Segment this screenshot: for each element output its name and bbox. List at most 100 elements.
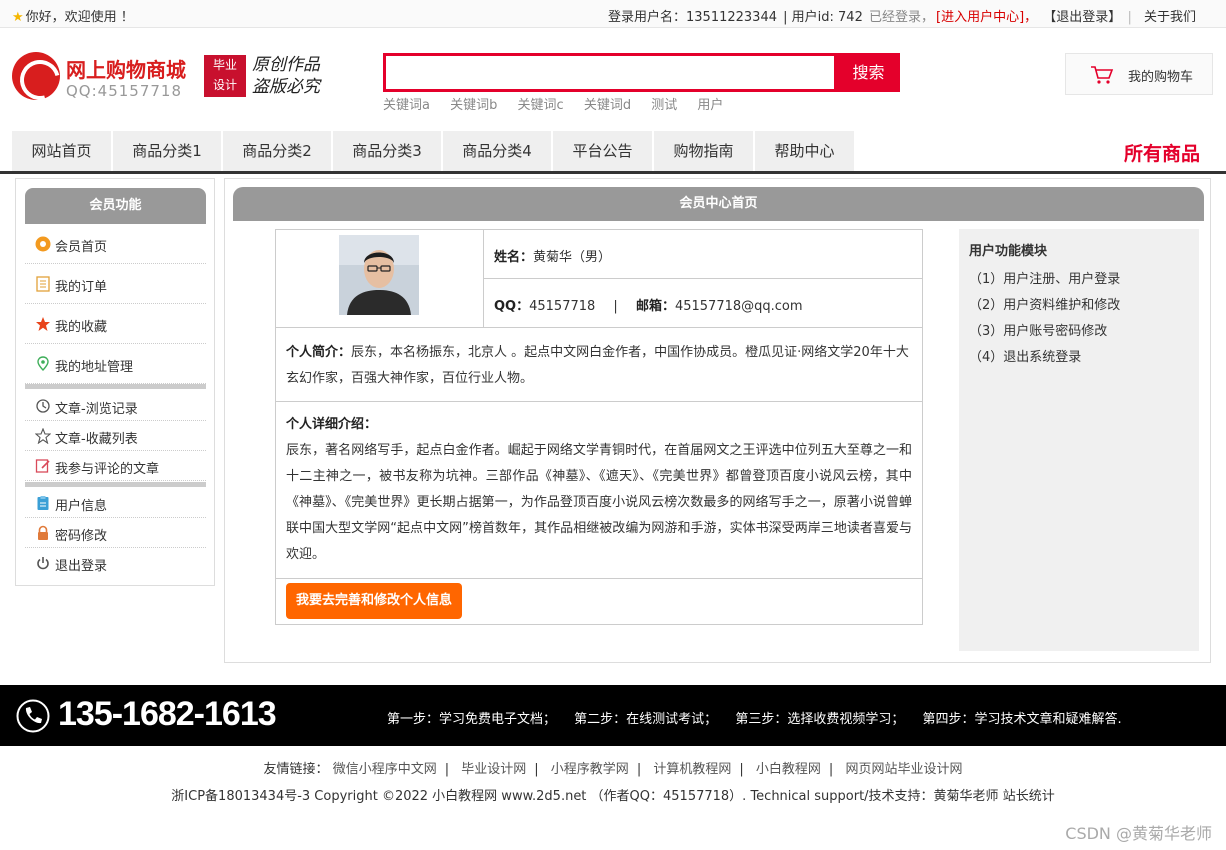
sidebar-item-label: 文章-浏览记录 — [55, 402, 138, 417]
friend-link[interactable]: 毕业设计网 — [461, 762, 526, 777]
email-label: 邮箱： — [635, 299, 675, 314]
bio-label: 个人简介： — [286, 345, 352, 360]
function-module-box: 用户功能模块 （1）用户注册、用户登录 （2）用户资料维护和修改 （3）用户账号… — [959, 229, 1199, 651]
divider: | — [739, 762, 744, 777]
divider: | — [444, 762, 450, 777]
panel-title: 会员中心首页 — [233, 187, 1204, 221]
search-input[interactable] — [383, 53, 837, 92]
slogan: 原创作品 盗版必究 — [252, 54, 320, 98]
phone-number: 135-1682-1613 — [58, 695, 277, 733]
keyword-link[interactable]: 关键词d — [584, 98, 631, 113]
sidebar-item-label: 我的地址管理 — [55, 360, 134, 375]
photo-cell — [276, 230, 484, 328]
sidebar-item-article-favorites[interactable]: 文章-收藏列表 — [25, 421, 206, 451]
sidebar-item-browse-history[interactable]: 文章-浏览记录 — [25, 391, 206, 421]
location-pin-icon — [37, 356, 49, 371]
nav-item-category-4[interactable]: 商品分类4 — [443, 131, 552, 171]
detail-text: 辰东，著名网络写手，起点白金作者。崛起于网络文学青铜时代，在首届网文之王评选中位… — [286, 443, 912, 562]
friend-link[interactable]: 小程序教学网 — [551, 762, 629, 777]
nav-item-category-3[interactable]: 商品分类3 — [333, 131, 442, 171]
step-text: 第一步：学习免费电子文档； — [387, 712, 557, 727]
nav-divider — [0, 171, 1226, 174]
keyword-link[interactable]: 用户 — [697, 98, 723, 113]
function-item: （3）用户账号密码修改 — [969, 324, 1108, 339]
sidebar-item-address[interactable]: 我的地址管理 — [25, 344, 206, 384]
edit-profile-button[interactable]: 我要去完善和修改个人信息 — [286, 583, 462, 619]
sidebar-title: 会员功能 — [25, 188, 206, 224]
detail-label: 个人详细介绍： — [286, 417, 378, 432]
about-link[interactable]: 关于我们 — [1144, 10, 1196, 25]
keyword-link[interactable]: 关键词c — [518, 98, 564, 113]
top-bar: ★ 你好，欢迎使用 ！ 登录用户名：13511223344 | 用户id: 742… — [0, 0, 1226, 28]
member-center-panel: 会员中心首页 姓名：黄菊华（男） QQ：45157718 | 邮箱：451577… — [224, 178, 1211, 663]
friend-link[interactable]: 微信小程序中文网 — [333, 762, 437, 777]
qq-label: QQ： — [494, 299, 530, 314]
user-status: 登录用户名：13511223344 | 用户id: 742 已经登录， [进入用户… — [606, 6, 1196, 25]
links-label: 友情链接： — [263, 762, 329, 777]
function-item: （2）用户资料维护和修改 — [969, 298, 1121, 313]
keyword-link[interactable]: 测试 — [651, 98, 677, 113]
nav-item-guide[interactable]: 购物指南 — [654, 131, 754, 171]
slogan-line-2: 盗版必究 — [252, 77, 320, 97]
nav-item-category-2[interactable]: 商品分类2 — [223, 131, 332, 171]
clipboard-icon — [37, 496, 49, 510]
sidebar-item-logout[interactable]: 退出登录 — [25, 548, 206, 578]
sidebar-item-comments[interactable]: 我参与评论的文章 — [25, 451, 206, 481]
graduation-badge: 毕业 设计 — [204, 55, 246, 97]
sidebar-item-label: 我的收藏 — [55, 320, 108, 335]
step-text: 第二步：在线测试考试； — [574, 712, 718, 727]
star-icon: ★ — [12, 10, 24, 25]
sidebar-item-label: 我参与评论的文章 — [55, 462, 160, 477]
friend-link[interactable]: 小白教程网 — [756, 762, 821, 777]
sidebar-item-home[interactable]: 会员首页 — [25, 224, 206, 264]
star-outline-icon — [35, 428, 51, 444]
logo-icon[interactable] — [12, 52, 60, 100]
member-sidebar: 会员功能 会员首页 我的订单 我的收藏 我的地址管理 文章-浏览记录 文章-收藏… — [15, 178, 215, 586]
user-center-link[interactable]: [进入用户中心]， — [936, 10, 1037, 25]
badge-line-1: 毕业 — [212, 58, 237, 72]
sidebar-separator — [25, 482, 206, 487]
logged-in-label: 已经登录， — [868, 10, 934, 25]
name-cell: 姓名：黄菊华（男） — [484, 230, 922, 279]
nav-item-home[interactable]: 网站首页 — [12, 131, 112, 171]
keyword-link[interactable]: 关键词b — [450, 98, 497, 113]
sidebar-item-label: 文章-收藏列表 — [55, 432, 138, 447]
user-id-label: | 用户id: 742 — [783, 10, 863, 25]
phone-icon — [16, 699, 50, 733]
cart-button[interactable]: 我的购物车 — [1065, 53, 1213, 95]
function-item: （4）退出系统登录 — [969, 350, 1082, 365]
sidebar-item-favorites[interactable]: 我的收藏 — [25, 304, 206, 344]
logout-link[interactable]: 【退出登录】 — [1043, 10, 1121, 25]
history-icon — [36, 399, 50, 413]
bio-cell: 个人简介：辰东，本名杨振东，北京人 。起点中文网白金作者，中国作协成员。橙瓜见证… — [276, 328, 922, 402]
profile-card: 姓名：黄菊华（男） QQ：45157718 | 邮箱：45157718@qq.c… — [275, 229, 923, 625]
badge-line-2: 设计 — [212, 78, 237, 92]
friend-link[interactable]: 计算机教程网 — [653, 762, 731, 777]
nav-item-announcement[interactable]: 平台公告 — [553, 131, 653, 171]
sidebar-item-orders[interactable]: 我的订单 — [25, 264, 206, 304]
qq-value: 45157718 — [529, 299, 596, 314]
hot-keywords: 关键词a 关键词b 关键词c 关键词d 测试 用户 — [383, 94, 739, 113]
welcome-text: ★ 你好，欢迎使用 ！ — [12, 6, 134, 25]
nav-item-help[interactable]: 帮助中心 — [755, 131, 855, 171]
search-button[interactable]: 搜索 — [837, 53, 900, 92]
star-icon — [36, 317, 50, 331]
watermark: CSDN @黄菊华老师 — [1065, 824, 1212, 843]
sidebar-item-label: 我的订单 — [55, 280, 108, 295]
sidebar-item-label: 密码修改 — [55, 529, 108, 544]
sidebar-item-label: 用户信息 — [55, 499, 108, 514]
sidebar-item-user-info[interactable]: 用户信息 — [25, 488, 206, 518]
nav-item-category-1[interactable]: 商品分类1 — [113, 131, 222, 171]
cart-icon — [1091, 66, 1114, 84]
copyright: 浙ICP备18013434号-3 Copyright ©2022 小白教程网 w… — [171, 789, 1055, 804]
name-value: 黄菊华（男） — [533, 250, 612, 265]
all-goods-link[interactable]: 所有商品 — [1124, 139, 1200, 166]
sidebar-item-password[interactable]: 密码修改 — [25, 518, 206, 548]
keyword-link[interactable]: 关键词a — [383, 98, 430, 113]
name-label: 姓名： — [494, 250, 534, 265]
divider: | — [534, 762, 539, 777]
friend-link[interactable]: 网页网站毕业设计网 — [845, 762, 962, 777]
bio-text: 辰东，本名杨振东，北京人 。起点中文网白金作者，中国作协成员。橙瓜见证·网络文学… — [286, 345, 909, 386]
username-label: 登录用户名：13511223344 — [608, 10, 777, 25]
site-name[interactable]: 网上购物商城 — [66, 54, 186, 83]
